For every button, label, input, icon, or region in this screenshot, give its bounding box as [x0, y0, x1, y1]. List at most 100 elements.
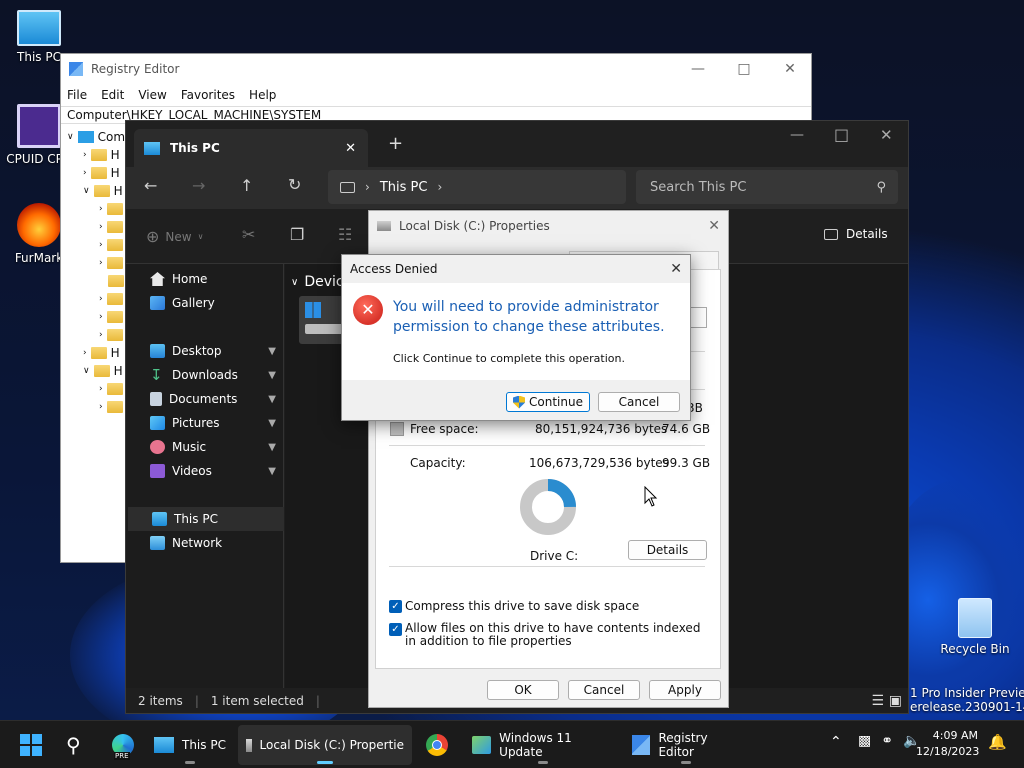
chevron-right-icon[interactable]: › [83, 348, 87, 358]
cancel-button[interactable]: Cancel [568, 680, 640, 700]
desktop-icon-recycle-bin[interactable]: Recycle Bin [936, 598, 1014, 656]
tree-subnode[interactable] [99, 272, 124, 290]
tree-subnode[interactable]: › [99, 398, 123, 416]
index-checkbox[interactable]: ✓ [389, 623, 402, 636]
clock[interactable]: 4:09 AM 12/18/2023 [916, 728, 979, 760]
cut-icon[interactable]: ✂ [242, 225, 255, 244]
pin-icon[interactable]: ▼ [268, 370, 276, 381]
sidebar-item-pictures[interactable]: Pictures ▼ [126, 411, 282, 435]
tree-root[interactable]: ∨ Com [67, 128, 125, 146]
sidebar-item-gallery[interactable]: Gallery [126, 291, 282, 315]
chevron-right-icon[interactable]: › [83, 150, 87, 160]
back-arrow-icon[interactable]: ← [144, 176, 157, 195]
pin-icon[interactable]: ▼ [268, 466, 276, 477]
minimize-icon[interactable]: — [675, 54, 721, 84]
pin-icon[interactable]: ▼ [268, 442, 276, 453]
tree-node[interactable]: › H [83, 146, 120, 164]
notification-bell-icon[interactable]: 🔔 [988, 733, 1007, 751]
chevron-right-icon[interactable]: › [99, 294, 103, 304]
system-tray-icons[interactable]: ▩ ⚭ 🔈 [858, 733, 920, 749]
devices-section-header[interactable]: ∨ Devic [291, 274, 344, 290]
tree-node-expanded[interactable]: ∨ H [83, 362, 123, 380]
apply-button[interactable]: Apply [649, 680, 721, 700]
chevron-right-icon[interactable]: › [99, 222, 103, 232]
access-denied-title-bar[interactable]: Access Denied ✕ [342, 255, 690, 283]
menu-file[interactable]: File [67, 88, 87, 102]
tree-subnode[interactable]: › [99, 380, 123, 398]
tree-subnode[interactable]: › [99, 200, 123, 218]
menu-edit[interactable]: Edit [101, 88, 124, 102]
chevron-right-icon[interactable]: › [83, 168, 87, 178]
sidebar-item-desktop[interactable]: Desktop ▼ [126, 339, 282, 363]
chevron-down-icon[interactable]: ∨ [83, 366, 90, 376]
chevron-down-icon[interactable]: ∨ [67, 132, 74, 142]
copy-icon[interactable]: ❐ [290, 225, 304, 244]
sidebar-item-videos[interactable]: Videos ▼ [126, 459, 282, 483]
tree-node-expanded[interactable]: ∨ H [83, 182, 123, 200]
up-arrow-icon[interactable]: ↑ [240, 176, 253, 195]
close-icon[interactable]: ✕ [880, 126, 893, 144]
sidebar-item-music[interactable]: Music ▼ [126, 435, 282, 459]
search-button[interactable]: ⚲ [58, 725, 98, 765]
taskbar-app-this-pc[interactable]: This PC [146, 725, 234, 765]
chrome-button[interactable] [418, 725, 458, 765]
menu-help[interactable]: Help [249, 88, 276, 102]
cancel-button[interactable]: Cancel [598, 392, 680, 412]
tree-node[interactable]: › H [83, 344, 120, 362]
close-icon[interactable]: ✕ [708, 218, 720, 234]
maximize-icon[interactable]: □ [834, 125, 849, 144]
tree-subnode[interactable]: › [99, 254, 123, 272]
ok-button[interactable]: OK [487, 680, 559, 700]
sidebar-item-downloads[interactable]: ↧ Downloads ▼ [126, 363, 282, 387]
forward-arrow-icon[interactable]: → [192, 176, 205, 195]
chevron-down-icon[interactable]: ∨ [83, 186, 90, 196]
access-denied-dialog[interactable]: Access Denied ✕ ✕ You will need to provi… [341, 254, 691, 421]
tree-subnode[interactable]: › [99, 326, 123, 344]
chevron-right-icon[interactable]: › [99, 330, 103, 340]
address-bar[interactable]: › This PC › [328, 170, 626, 204]
menu-view[interactable]: View [138, 88, 166, 102]
taskbar-app-windows-11-update[interactable]: Windows 11 Update [464, 725, 622, 765]
pin-icon[interactable]: ▼ [268, 346, 276, 357]
chevron-right-icon[interactable]: › [99, 402, 103, 412]
disk-cleanup-details-button[interactable]: Details [628, 540, 707, 560]
chevron-right-icon[interactable]: › [99, 240, 103, 250]
minimize-icon[interactable]: — [790, 127, 804, 143]
tree-subnode[interactable]: › [99, 290, 123, 308]
close-tab-icon[interactable]: ✕ [345, 141, 356, 156]
compress-checkbox[interactable]: ✓ [389, 600, 402, 613]
taskbar-app-registry-editor[interactable]: Registry Editor [624, 725, 748, 765]
tab-this-pc[interactable]: This PC ✕ [134, 129, 368, 167]
search-box[interactable]: Search This PC ⚲ [636, 170, 898, 204]
chevron-right-icon[interactable]: › [437, 180, 442, 194]
chevron-right-icon[interactable]: › [99, 384, 103, 394]
edge-beta-button[interactable]: PRE [104, 725, 144, 765]
new-button[interactable]: ⊕ New ∨ [146, 227, 203, 246]
sidebar-item-network[interactable]: Network [126, 531, 282, 555]
tree-node[interactable]: › H [83, 164, 120, 182]
maximize-icon[interactable]: □ [721, 54, 767, 84]
refresh-icon[interactable]: ↻ [288, 175, 301, 194]
chevron-right-icon[interactable]: › [99, 204, 103, 214]
properties-title-bar[interactable]: Local Disk (C:) Properties ✕ [369, 211, 728, 241]
breadcrumb[interactable]: This PC [380, 180, 428, 195]
tree-subnode[interactable]: › [99, 308, 123, 326]
taskbar-app-local-disk-properties[interactable]: Local Disk (C:) Propertie [238, 725, 412, 765]
tree-subnode[interactable]: › [99, 218, 123, 236]
start-button[interactable] [12, 725, 52, 765]
close-icon[interactable]: ✕ [767, 54, 813, 84]
details-view-icon[interactable]: ☰ [871, 693, 884, 709]
close-icon[interactable]: ✕ [670, 261, 682, 277]
chevron-right-icon[interactable]: › [99, 312, 103, 322]
pin-icon[interactable]: ▼ [268, 394, 276, 405]
pin-icon[interactable]: ▼ [268, 418, 276, 429]
sidebar-item-home[interactable]: Home [126, 267, 282, 291]
chevron-right-icon[interactable]: › [99, 258, 103, 268]
sidebar-item-this-pc[interactable]: This PC [128, 507, 284, 531]
new-tab-icon[interactable]: + [388, 133, 403, 154]
details-pane-button[interactable]: Details [824, 227, 888, 241]
tree-subnode[interactable]: › [99, 236, 123, 254]
paste-icon[interactable]: ☷ [338, 225, 352, 244]
chevron-up-icon[interactable]: ⌃ [830, 734, 842, 750]
continue-button[interactable]: Continue [506, 392, 590, 412]
